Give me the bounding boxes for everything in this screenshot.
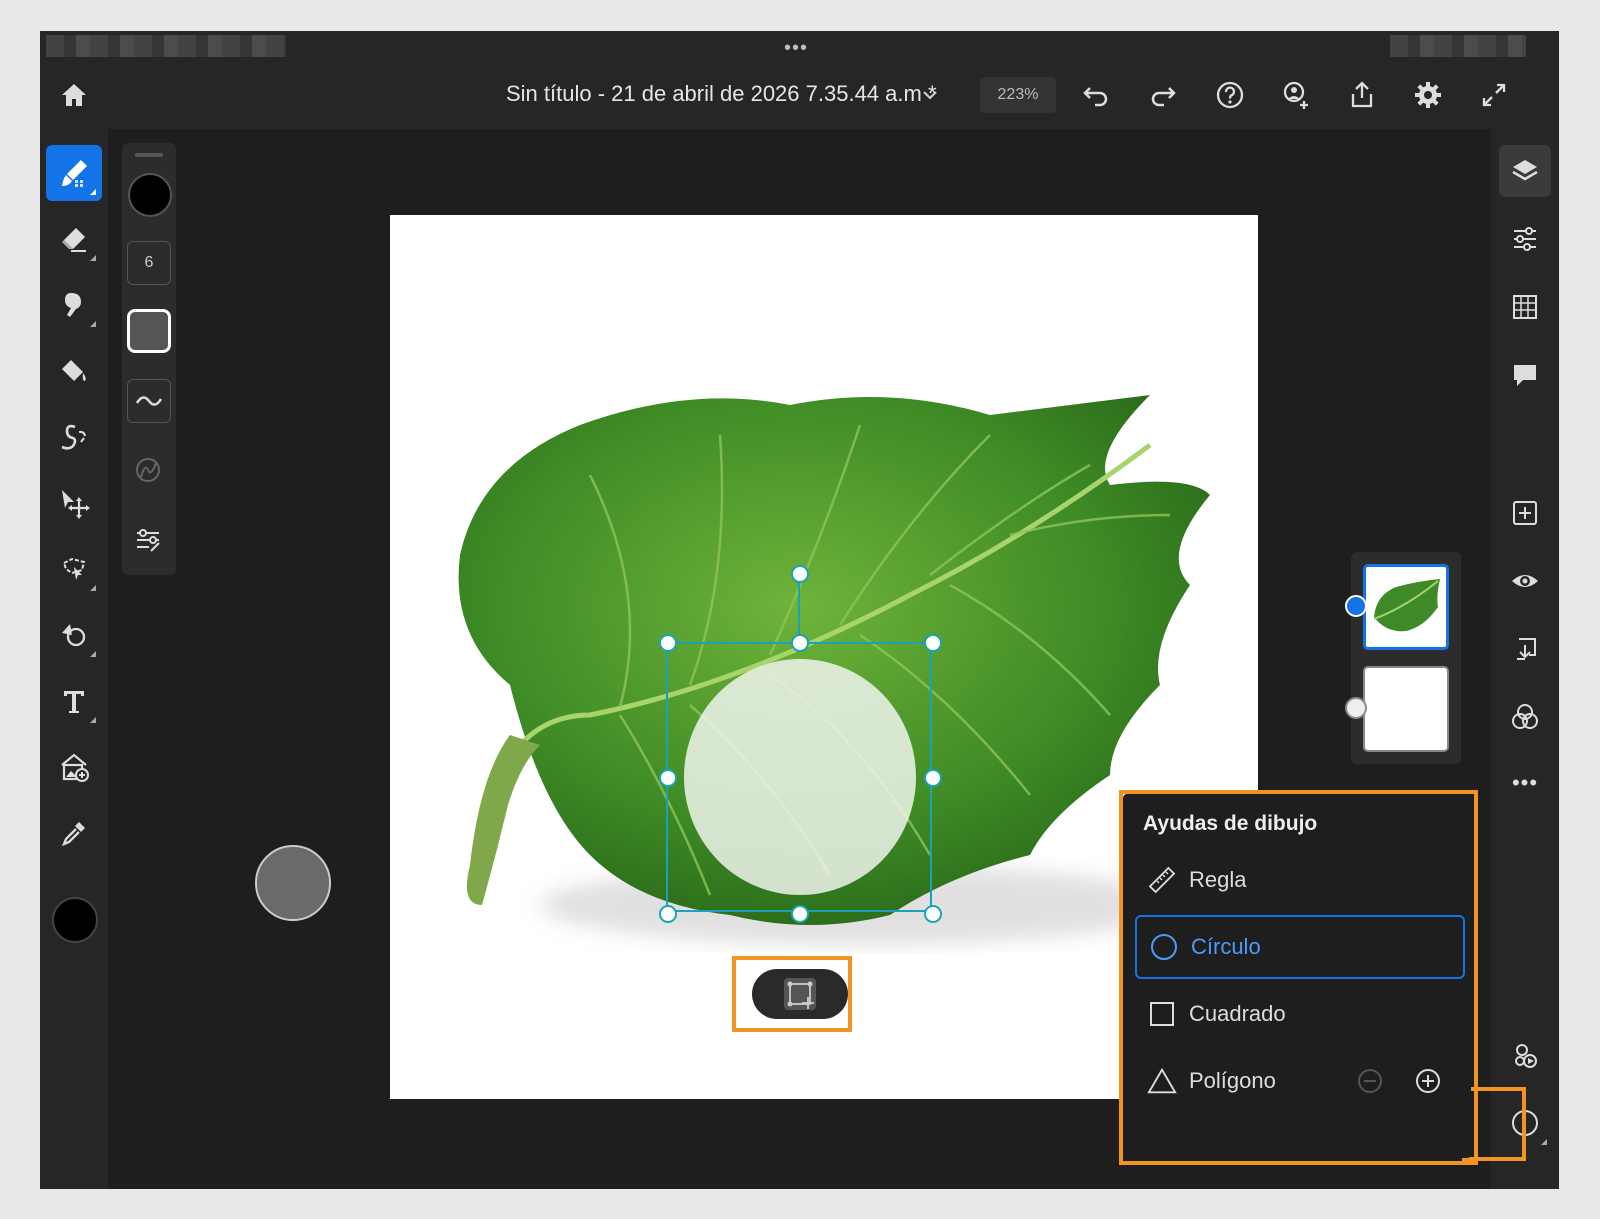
layer-thumbnail-leaf[interactable] xyxy=(1363,564,1449,650)
ruler-icon xyxy=(1147,865,1177,895)
blend-mode-icon[interactable] xyxy=(1499,691,1551,743)
layers-icon[interactable] xyxy=(1499,145,1551,197)
merge-down-icon[interactable] xyxy=(1499,623,1551,675)
drawing-aid-square-label: Cuadrado xyxy=(1189,1001,1286,1026)
drawing-aids-circle-icon[interactable] xyxy=(1499,1097,1551,1149)
share-icon[interactable] xyxy=(1344,77,1380,113)
paint-brush-tool[interactable] xyxy=(46,145,102,201)
clone-stamp-tool[interactable] xyxy=(46,607,102,663)
handle-top-left[interactable] xyxy=(659,634,677,652)
drawing-aids-popup: Ayudas de dibujo Regla Círculo Cuadrado … xyxy=(1123,794,1471,1158)
settings-gear-icon[interactable] xyxy=(1410,77,1446,113)
drawing-aid-circle[interactable]: Círculo xyxy=(1135,915,1465,979)
smudge-tool[interactable] xyxy=(46,277,102,333)
brush-settings-sliders-icon[interactable] xyxy=(127,519,169,561)
app-window: ••• Sin título - 21 de abril de 2026 7.3… xyxy=(40,31,1559,1189)
square-icon xyxy=(1147,999,1177,1029)
panel-drag-handle[interactable] xyxy=(135,153,163,157)
document-title[interactable]: Sin título - 21 de abril de 2026 7.35.44… xyxy=(506,81,937,107)
paint-bucket-tool[interactable] xyxy=(46,343,102,399)
drawing-aids-title: Ayudas de dibujo xyxy=(1143,812,1318,835)
left-toolbar xyxy=(40,129,108,1189)
undo-icon[interactable] xyxy=(1078,77,1114,113)
add-layer-icon[interactable] xyxy=(1499,487,1551,539)
eraser-tool[interactable] xyxy=(46,211,102,267)
transform-bounding-box[interactable] xyxy=(666,642,932,912)
rotate-handle[interactable] xyxy=(791,565,809,583)
transform-icon xyxy=(784,978,816,1010)
tool-submenu-indicator xyxy=(1541,1139,1547,1145)
adjustments-sliders-icon[interactable] xyxy=(1499,213,1551,265)
brush-color-swatch[interactable] xyxy=(128,173,172,217)
move-tool[interactable] xyxy=(46,475,102,531)
triangle-icon xyxy=(1147,1066,1177,1096)
drawing-aid-square[interactable]: Cuadrado xyxy=(1135,982,1465,1046)
invite-user-icon[interactable] xyxy=(1278,77,1314,113)
drawing-aid-ruler[interactable]: Regla xyxy=(1135,848,1465,912)
polygon-increase-sides-icon[interactable] xyxy=(1415,1068,1441,1094)
transform-guide-button[interactable] xyxy=(752,969,848,1019)
layer-thumbnail-background[interactable] xyxy=(1363,666,1449,752)
touch-shortcut-button[interactable] xyxy=(255,845,331,921)
place-image-tool[interactable] xyxy=(46,739,102,795)
layer-image-badge-icon-2 xyxy=(1345,697,1367,719)
visibility-eye-icon[interactable] xyxy=(1499,555,1551,607)
type-tool[interactable] xyxy=(46,673,102,729)
drawing-aid-ruler-label: Regla xyxy=(1189,867,1247,892)
multitask-dots-icon[interactable]: ••• xyxy=(784,37,808,60)
right-toolbar: ••• xyxy=(1491,129,1559,1189)
layer-image-badge-icon xyxy=(1345,595,1367,617)
foreground-color-swatch[interactable] xyxy=(52,897,98,943)
rotate-handle-stem xyxy=(798,573,800,643)
lasso-select-tool[interactable] xyxy=(46,541,102,597)
handle-bottom-right[interactable] xyxy=(924,905,942,923)
home-icon[interactable] xyxy=(56,77,92,113)
liquify-tool[interactable] xyxy=(46,409,102,465)
status-bar-right-blurred xyxy=(1390,35,1526,57)
stroke-smoothing-button[interactable] xyxy=(127,379,171,423)
grid-icon[interactable] xyxy=(1499,281,1551,333)
more-options-icon[interactable]: ••• xyxy=(1499,757,1551,809)
zoom-level[interactable]: 223% xyxy=(980,77,1056,113)
status-bar-left-blurred xyxy=(46,35,286,57)
redo-icon[interactable] xyxy=(1145,77,1181,113)
touch-gestures-icon[interactable] xyxy=(1499,1029,1551,1081)
handle-bottom-middle[interactable] xyxy=(791,905,809,923)
brush-tip-preview[interactable] xyxy=(127,309,171,353)
drawing-aid-circle-label: Círculo xyxy=(1191,934,1261,959)
circle-icon xyxy=(1149,932,1179,962)
drawing-aid-polygon-label: Polígono xyxy=(1189,1068,1276,1093)
help-icon[interactable] xyxy=(1212,77,1248,113)
pressure-icon[interactable] xyxy=(127,449,169,491)
layers-thumbnail-panel xyxy=(1345,552,1461,764)
polygon-decrease-sides-icon[interactable] xyxy=(1357,1068,1383,1094)
comments-icon[interactable] xyxy=(1499,349,1551,401)
fullscreen-icon[interactable] xyxy=(1476,77,1512,113)
tool-submenu-indicator xyxy=(90,189,96,195)
brush-size-field[interactable]: 6 xyxy=(127,241,171,285)
brush-settings-panel: 6 xyxy=(122,143,176,575)
handle-middle-left[interactable] xyxy=(659,769,677,787)
handle-bottom-left[interactable] xyxy=(659,905,677,923)
handle-middle-right[interactable] xyxy=(924,769,942,787)
handle-top-middle[interactable] xyxy=(791,634,809,652)
eyedropper-tool[interactable] xyxy=(46,805,102,861)
status-bar: ••• xyxy=(40,31,1559,61)
handle-top-right[interactable] xyxy=(924,634,942,652)
